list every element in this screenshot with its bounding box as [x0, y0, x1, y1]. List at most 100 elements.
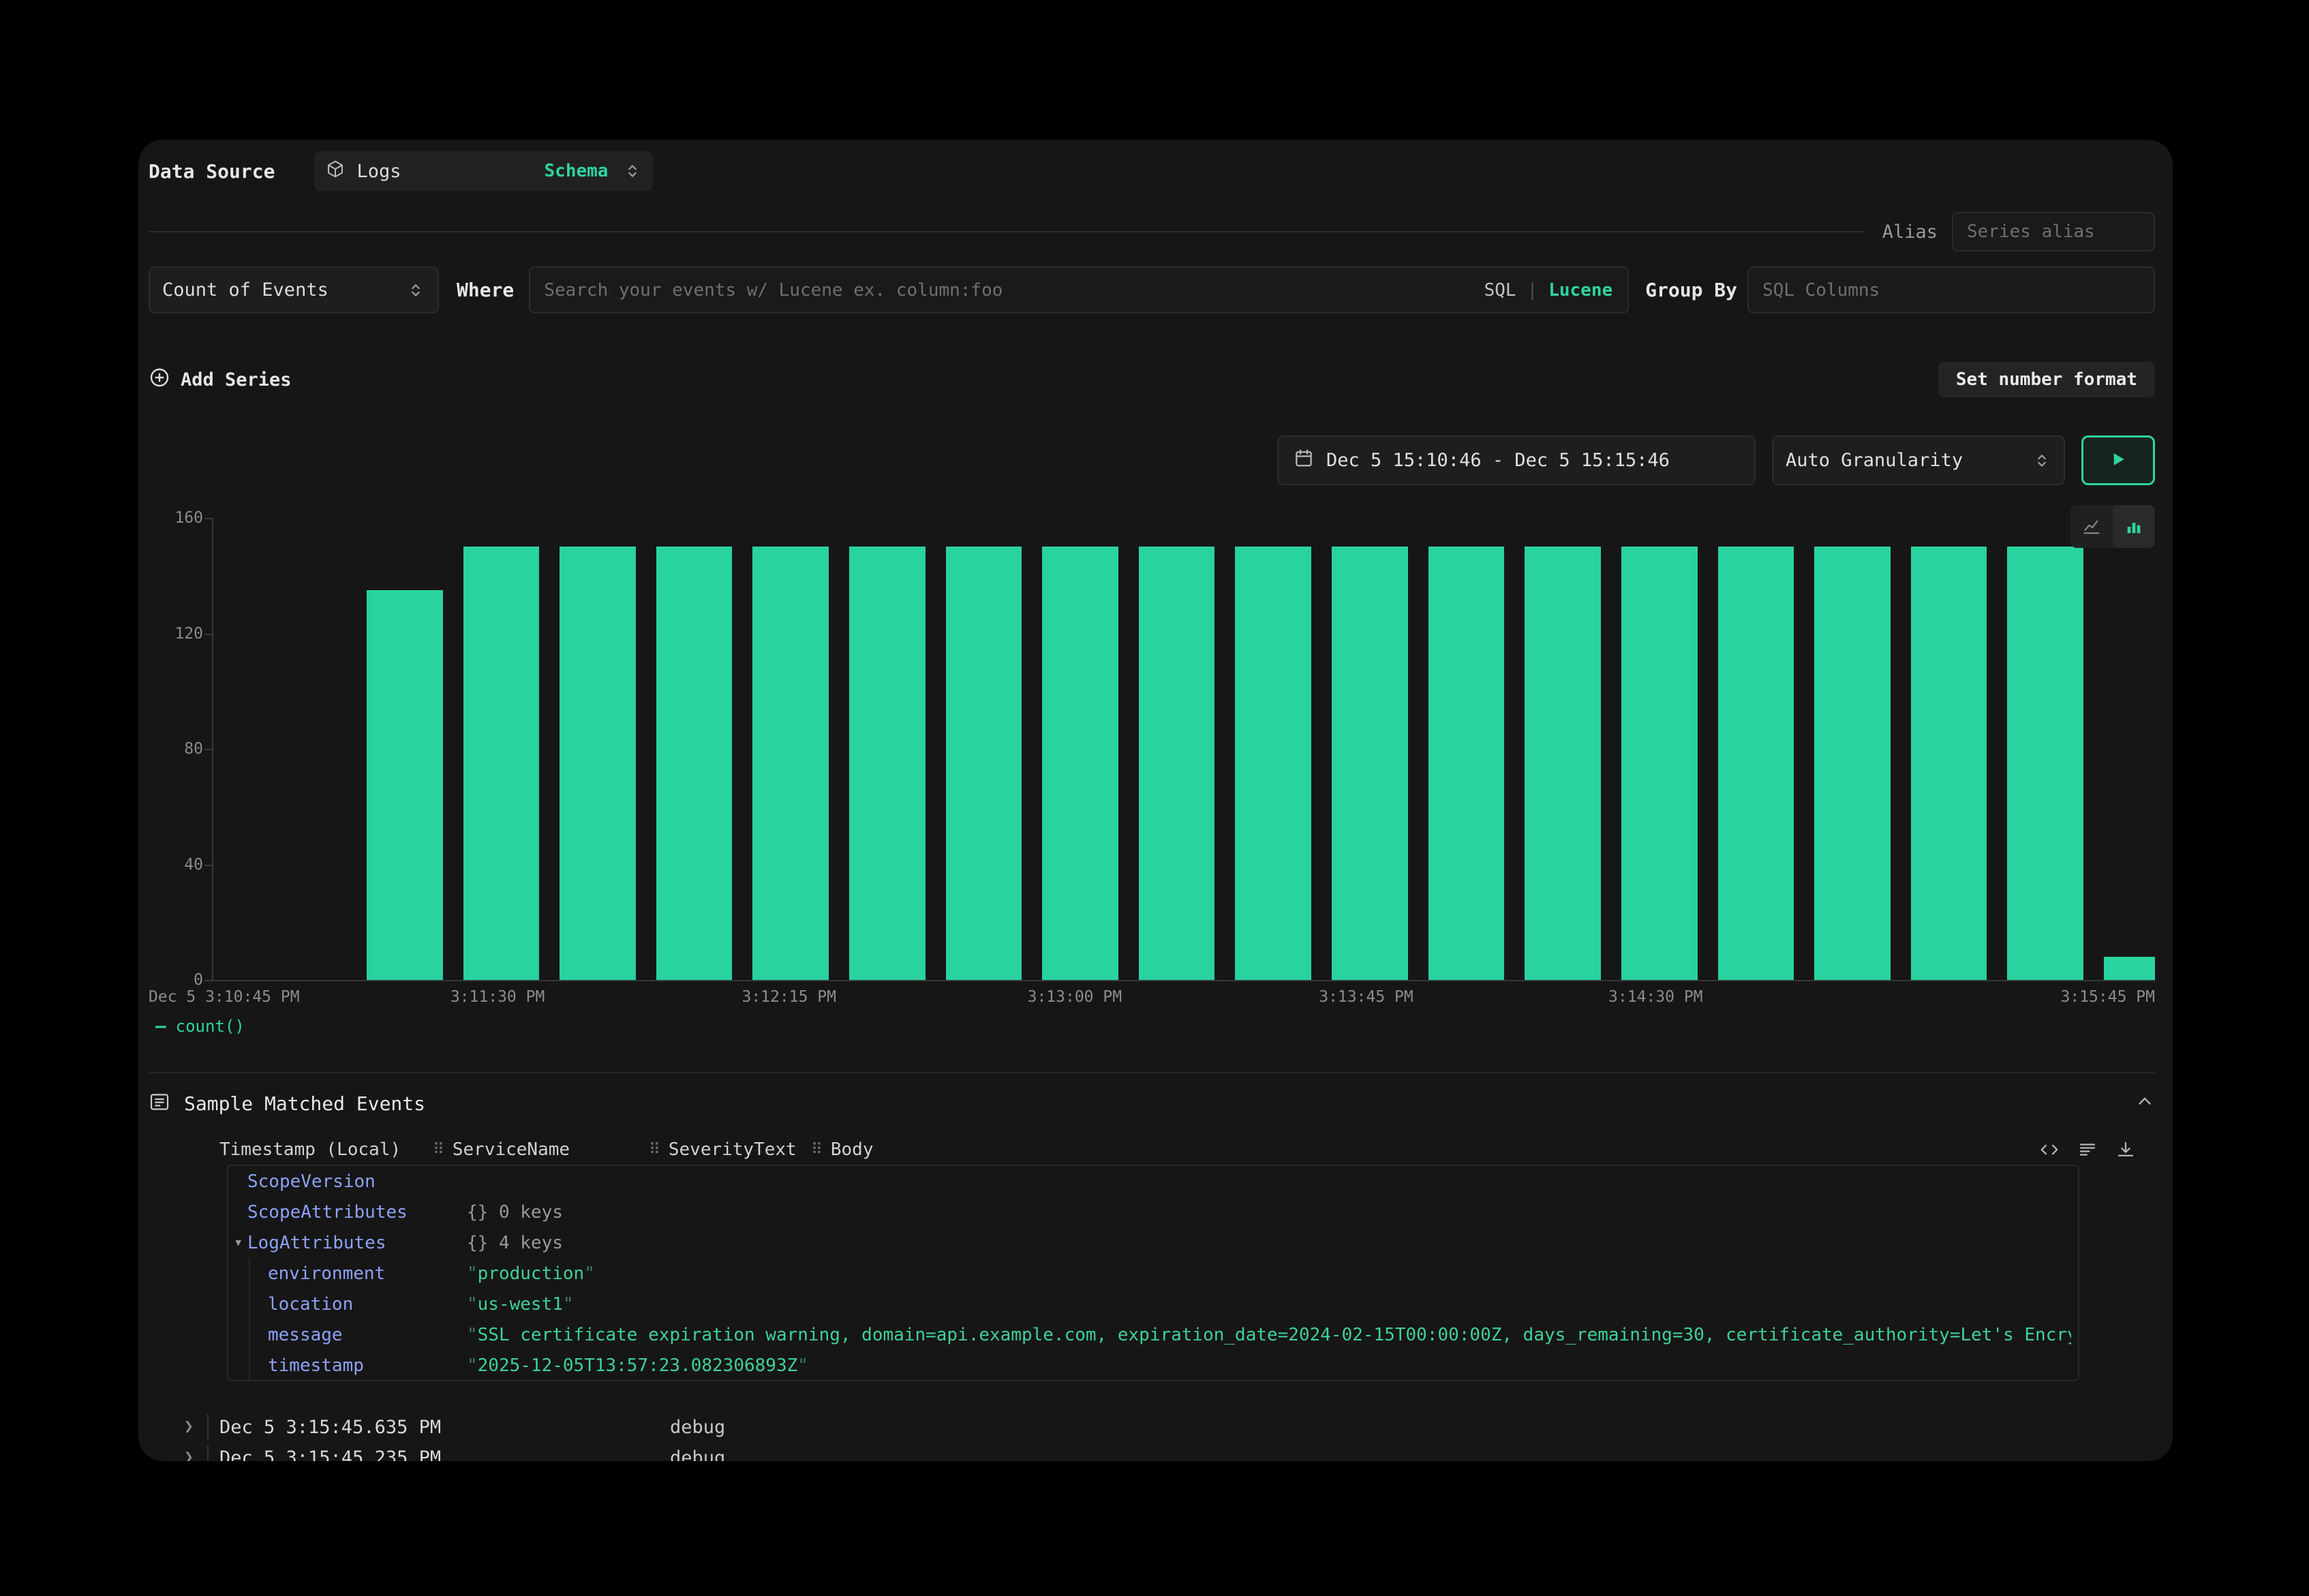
- alias-input[interactable]: [1952, 212, 2155, 251]
- chart-bar: [1042, 547, 1118, 980]
- group-by-input[interactable]: [1747, 266, 2155, 313]
- braces-icon: {}: [467, 1233, 488, 1253]
- alias-row: Alias: [149, 212, 2155, 251]
- chart-legend: — count(): [155, 1016, 2155, 1037]
- y-tick-label: 40: [142, 856, 203, 874]
- event-detail-panel: ScopeVersionScopeAttributes{} 0 keys▾Log…: [227, 1165, 2079, 1381]
- column-header-body[interactable]: ⠿Body: [811, 1136, 873, 1163]
- y-tick-label: 160: [142, 509, 203, 527]
- x-tick-label: 3:15:45 PM: [2061, 988, 2155, 1006]
- detail-row[interactable]: ScopeAttributes{} 0 keys: [228, 1197, 2078, 1227]
- column-header-label: ServiceName: [453, 1139, 570, 1160]
- data-source-value: Logs: [356, 161, 401, 182]
- chart-bar: [946, 547, 1022, 980]
- divider: [149, 231, 1865, 232]
- events-table-header: Timestamp (Local) ⠿ ServiceName ⠿ SeverityTe…: [149, 1136, 2155, 1163]
- chart-bar: [367, 590, 443, 980]
- section-divider: [149, 1072, 2155, 1073]
- list-icon: [149, 1091, 170, 1116]
- detail-value: {} 0 keys: [467, 1202, 2071, 1223]
- detail-row[interactable]: environment"production": [228, 1258, 2078, 1289]
- detail-row[interactable]: message"SSL certificate expiration warni…: [228, 1319, 2078, 1350]
- add-series-button[interactable]: Add Series: [149, 367, 292, 393]
- key-count: 4 keys: [488, 1233, 563, 1253]
- expanded-triangle-icon[interactable]: ▾: [234, 1234, 243, 1251]
- data-source-label: Data Source: [149, 160, 275, 183]
- detail-key: ScopeVersion: [247, 1171, 376, 1192]
- chart-bar: [849, 547, 926, 980]
- schema-link[interactable]: Schema: [545, 161, 609, 181]
- search-wrap: SQL | Lucene: [529, 266, 1629, 313]
- calendar-icon: [1294, 448, 1314, 473]
- chart-bar: [560, 547, 636, 980]
- time-range-picker[interactable]: Dec 5 15:10:46 - Dec 5 15:15:46: [1277, 435, 1756, 485]
- x-tick-label: 3:13:45 PM: [1319, 988, 1413, 1006]
- drag-handle-icon[interactable]: ⠿: [433, 1141, 444, 1158]
- chart-controls-row: Dec 5 15:10:46 - Dec 5 15:15:46 Auto Gra…: [149, 435, 2155, 485]
- data-source-select[interactable]: Logs Schema: [314, 151, 653, 191]
- y-tick-label: 0: [142, 971, 203, 989]
- granularity-select[interactable]: Auto Granularity: [1772, 435, 2065, 485]
- detail-row[interactable]: timestamp "2025-12-05T13:57:23.082306893Z…: [228, 1350, 2078, 1381]
- panel-content: Data Source Logs Schema Alias Count: [138, 151, 2173, 1461]
- event-timestamp: Dec 5 3:15:45.235 PM: [219, 1447, 441, 1461]
- bars: [213, 518, 2155, 980]
- column-header-severitytext[interactable]: ⠿ SeverityText: [649, 1136, 797, 1163]
- search-input[interactable]: [529, 266, 1629, 313]
- lucene-toggle[interactable]: Lucene: [1548, 280, 1612, 301]
- screen: { "colors": { "green": "#29d3a0", "key_b…: [0, 0, 2309, 1596]
- chart-bar: [463, 547, 540, 980]
- detail-row[interactable]: location"us-west1": [228, 1289, 2078, 1319]
- detail-value: {} 4 keys: [467, 1233, 2071, 1253]
- chart: 16012080400 Dec 5 3:10:45 PM3:11:30 PM3:…: [149, 518, 2155, 1037]
- event-rows: ❯Dec 5 3:15:45.635 PMdebug❯Dec 5 3:15:45…: [149, 1412, 2155, 1461]
- detail-key: timestamp: [268, 1355, 364, 1376]
- wrap-lines-icon[interactable]: [2077, 1139, 2098, 1160]
- line-chart-icon[interactable]: [2070, 505, 2113, 548]
- chart-bar: [1428, 547, 1505, 980]
- detail-row[interactable]: ScopeVersion: [228, 1166, 2078, 1197]
- expand-row-icon[interactable]: ❯: [184, 1448, 194, 1461]
- row-divider: [207, 1414, 209, 1441]
- group-by-label: Group By: [1645, 279, 1737, 301]
- column-header-label: SeverityText: [669, 1139, 797, 1160]
- chart-bar: [1621, 547, 1698, 980]
- chart-bar: [1814, 547, 1891, 980]
- drag-handle-icon[interactable]: ⠿: [649, 1141, 660, 1158]
- x-tick-label: 3:14:30 PM: [1608, 988, 1702, 1006]
- alias-label: Alias: [1882, 221, 1938, 243]
- chart-bar: [1235, 547, 1311, 980]
- table-header-icons: [2039, 1136, 2136, 1163]
- column-header-timestamp-local-[interactable]: Timestamp (Local): [219, 1136, 401, 1163]
- chart-bar: [1525, 547, 1601, 980]
- column-header-servicename[interactable]: ⠿ ServiceName: [433, 1136, 570, 1163]
- set-number-format-button[interactable]: Set number format: [1938, 362, 2155, 397]
- run-query-button[interactable]: [2081, 435, 2155, 485]
- sql-toggle[interactable]: SQL: [1484, 280, 1516, 301]
- chart-bar: [1139, 547, 1215, 980]
- download-icon[interactable]: [2115, 1139, 2136, 1160]
- play-icon: [2108, 449, 2128, 472]
- query-row: Count of Events Where SQL | Lucene Group…: [149, 266, 2155, 313]
- event-severity: debug: [670, 1417, 725, 1438]
- detail-row[interactable]: ▾LogAttributes {} 4 keys: [228, 1227, 2078, 1258]
- aggregate-select[interactable]: Count of Events: [149, 266, 439, 313]
- collapse-section-icon[interactable]: [2135, 1092, 2155, 1115]
- data-source-row: Data Source Logs Schema: [149, 151, 2155, 191]
- detail-key: LogAttributes: [247, 1233, 386, 1253]
- expand-row-icon[interactable]: ❯: [184, 1417, 194, 1435]
- event-row[interactable]: ❯Dec 5 3:15:45.235 PMdebug: [149, 1443, 2155, 1461]
- detail-key: message: [268, 1325, 343, 1345]
- select-chevrons-icon: [406, 281, 425, 300]
- detail-value: "2025-12-05T13:57:23.082306893Z": [467, 1355, 2071, 1376]
- chart-bar: [1332, 547, 1408, 980]
- chart-type-toggle: [2070, 505, 2155, 548]
- plus-circle-icon: [149, 367, 170, 393]
- code-view-icon[interactable]: [2039, 1139, 2060, 1160]
- detail-key: location: [268, 1294, 353, 1315]
- drag-handle-icon[interactable]: ⠿: [811, 1141, 823, 1158]
- bar-chart-icon[interactable]: [2113, 505, 2155, 548]
- query-builder-panel: Data Source Logs Schema Alias Count: [138, 140, 2173, 1461]
- event-row[interactable]: ❯Dec 5 3:15:45.635 PMdebug: [149, 1412, 2155, 1443]
- y-tick-label: 120: [142, 625, 203, 643]
